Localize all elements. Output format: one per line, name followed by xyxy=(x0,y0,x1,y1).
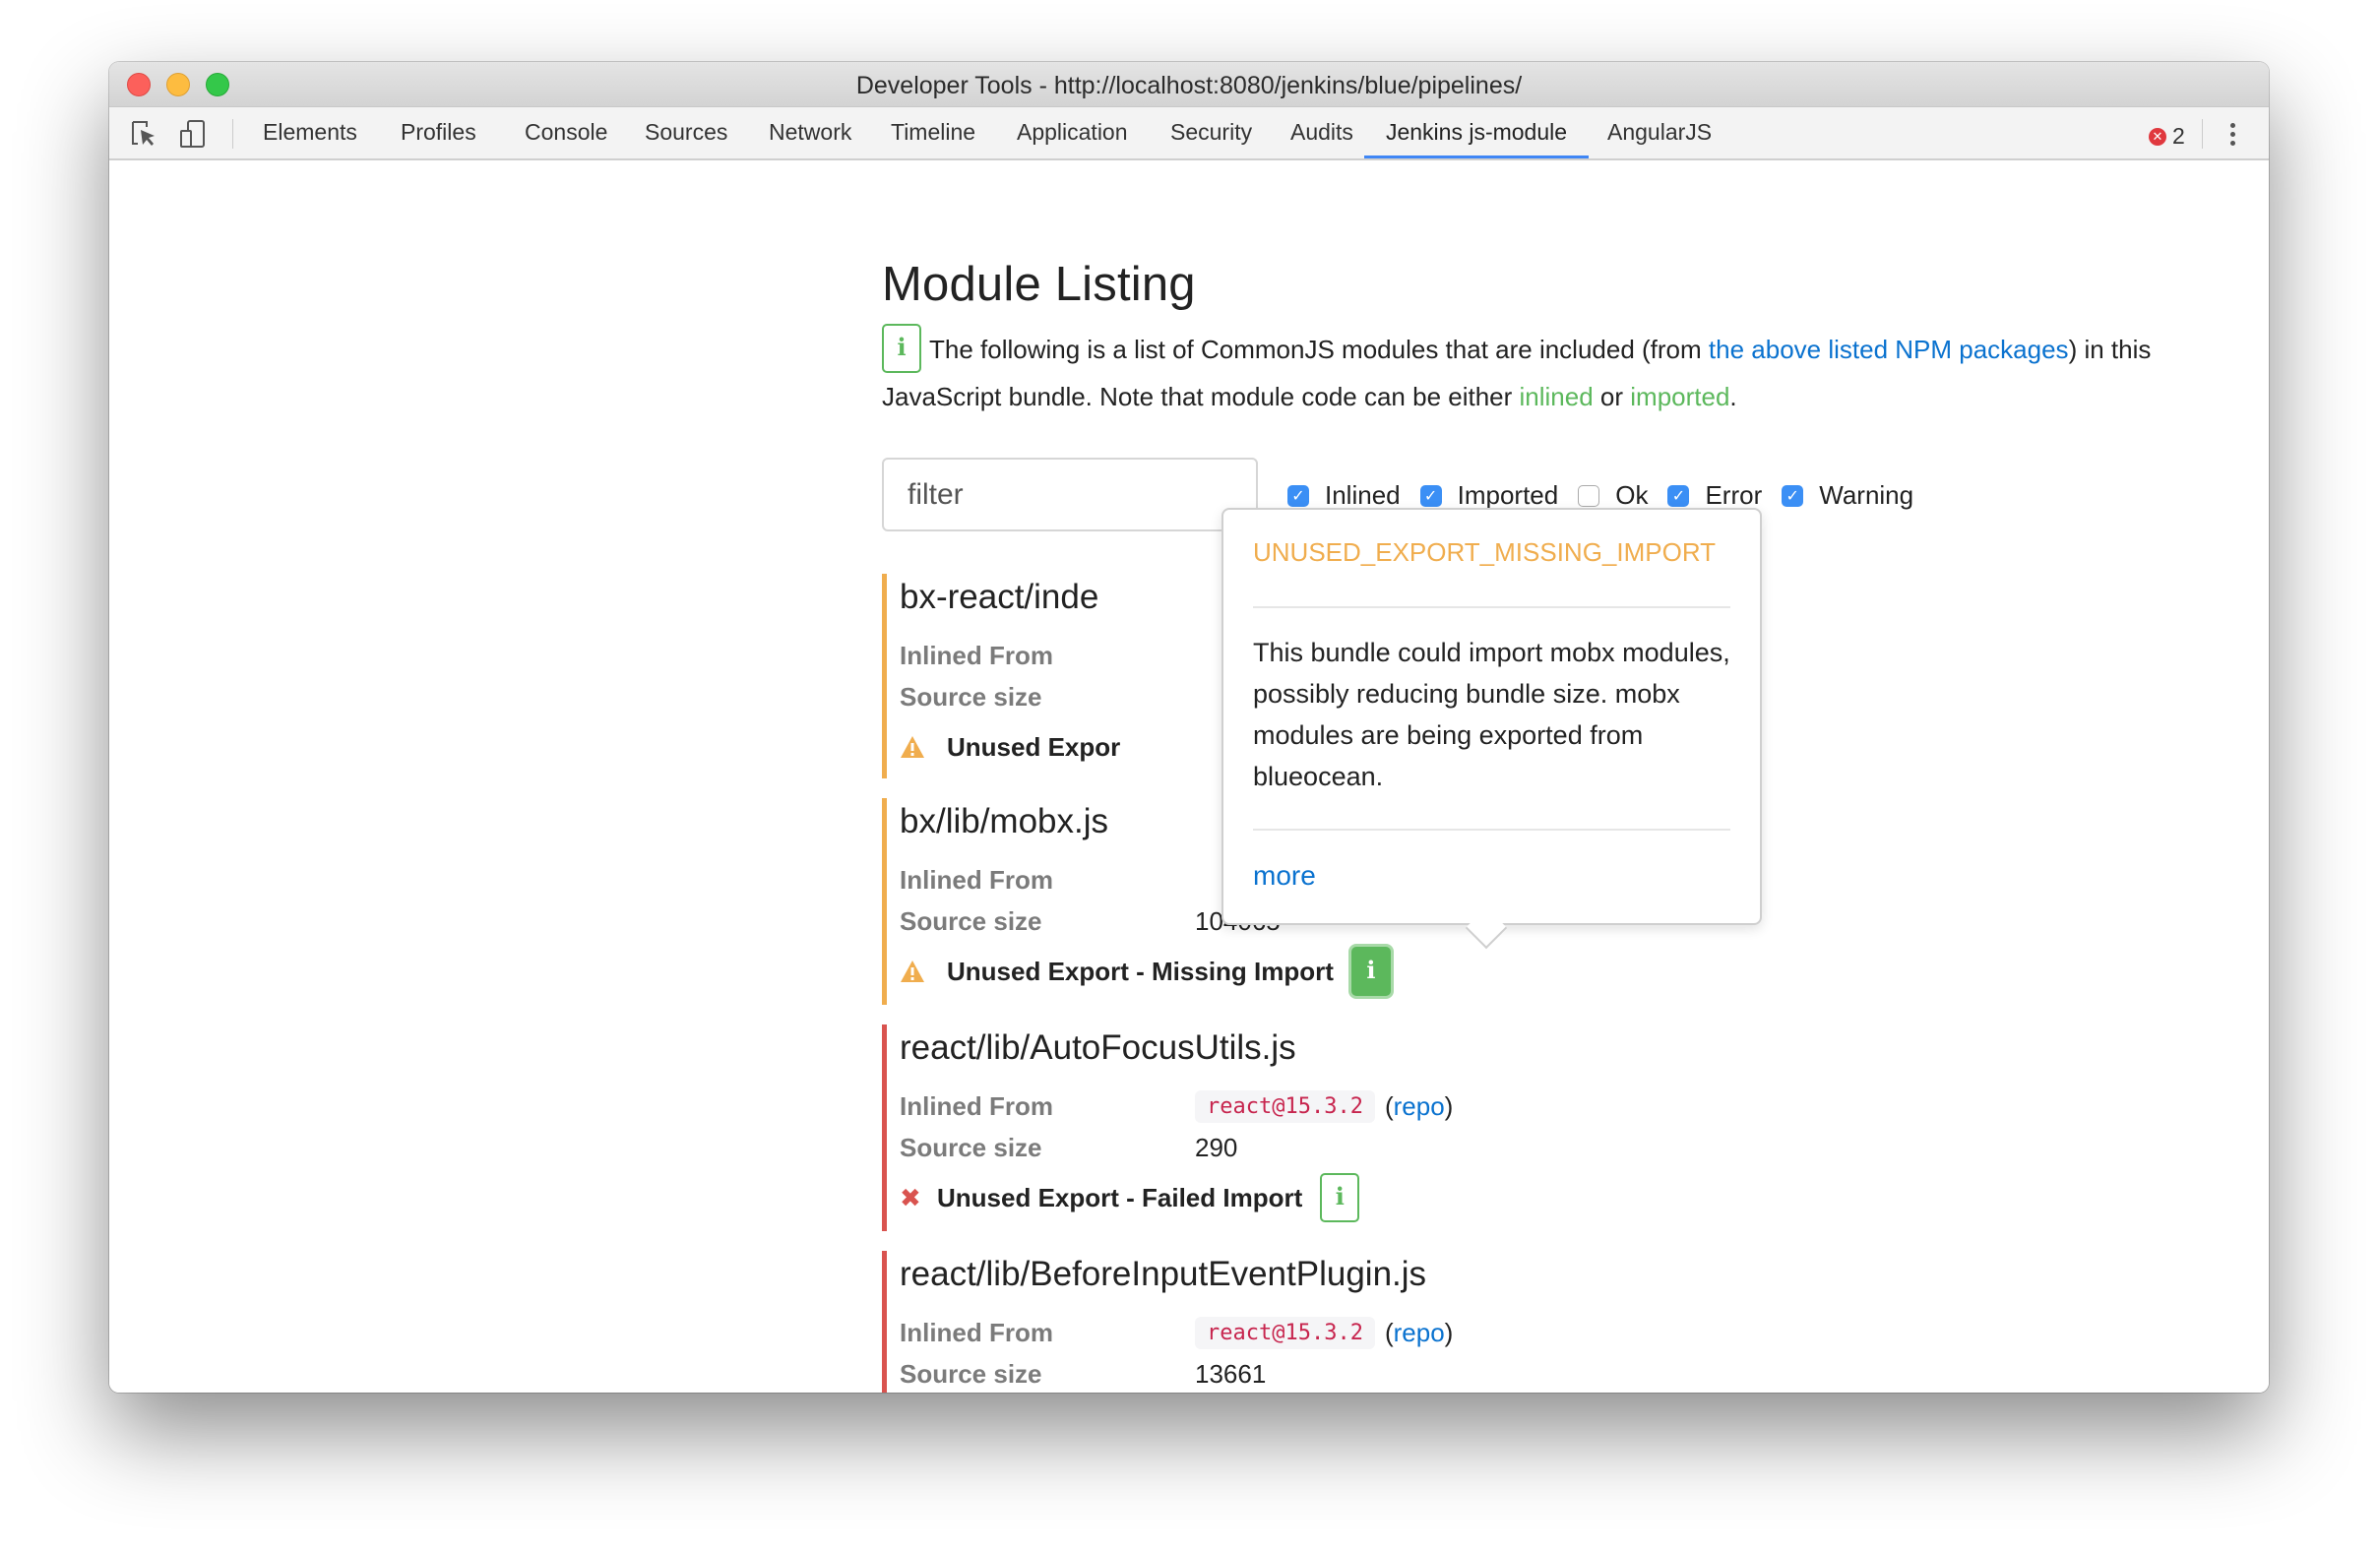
intro-paragraph: i The following is a list of CommonJS mod… xyxy=(882,324,2201,420)
checkbox-label: Warning xyxy=(1819,480,1914,510)
row-label: Source size xyxy=(900,1132,1042,1162)
checkbox-checked-icon[interactable]: ✓ xyxy=(1782,484,1804,507)
module-name: react/lib/BeforeInputEventPlugin.js xyxy=(900,1255,1427,1293)
checkbox-label: Imported xyxy=(1457,480,1559,510)
package-name: react@15.3.2 xyxy=(1195,1316,1375,1349)
row-label: Inlined From xyxy=(900,640,1053,670)
checkbox-label: Ok xyxy=(1615,480,1649,510)
info-icon[interactable]: i xyxy=(882,324,921,374)
tab-sources[interactable]: Sources xyxy=(631,107,741,158)
intro-text: or xyxy=(1593,382,1631,412)
checkbox-warning[interactable]: ✓ Warning xyxy=(1782,480,1913,511)
row-label: Source size xyxy=(900,1358,1042,1389)
module-status: Unused Export - Missing Import i xyxy=(900,942,1965,1001)
checkbox-checked-icon[interactable]: ✓ xyxy=(1667,484,1690,507)
tab-profiles[interactable]: Profiles xyxy=(387,107,490,158)
popover-body: This bundle could import mobx modules, p… xyxy=(1253,638,1730,791)
checkbox-label: Error xyxy=(1705,480,1763,510)
error-count: 2 xyxy=(2172,123,2185,149)
repo-link[interactable]: repo xyxy=(1394,1091,1445,1121)
intro-text: . xyxy=(1729,382,1737,412)
error-icon: ✕ xyxy=(2149,127,2166,146)
row-label: Inlined From xyxy=(900,864,1053,895)
checkbox-checked-icon[interactable]: ✓ xyxy=(1419,484,1442,507)
error-x-icon: ✖ xyxy=(900,1182,921,1212)
inspect-element-icon[interactable] xyxy=(129,119,158,149)
tab-elements[interactable]: Elements xyxy=(249,107,371,158)
repo-link-wrapper: (repo) xyxy=(1384,1090,1454,1121)
warning-icon xyxy=(901,961,924,982)
module-name: react/lib/AutoFocusUtils.js xyxy=(900,1028,1296,1067)
tab-console[interactable]: Console xyxy=(511,107,621,158)
checkbox-label: Inlined xyxy=(1325,480,1401,510)
status-label: Unused Expor xyxy=(947,731,1121,762)
filter-input[interactable] xyxy=(882,458,1258,531)
more-options-icon[interactable] xyxy=(2227,121,2237,149)
status-label: Unused Export - Failed Import xyxy=(937,1182,1303,1212)
checkbox-error[interactable]: ✓ Error xyxy=(1667,480,1762,511)
tab-jenkins-js-module[interactable]: Jenkins js-module xyxy=(1364,107,1589,158)
module-item: react/lib/BeforeInputEventPlugin.js Inli… xyxy=(882,1251,1965,1393)
checkbox-unchecked-icon[interactable] xyxy=(1578,484,1600,507)
popover-title: UNUSED_EXPORT_MISSING_IMPORT xyxy=(1253,537,1717,567)
page-title: Module Listing xyxy=(882,258,1196,311)
source-size-value: 13661 xyxy=(1195,1358,1267,1389)
popover-more-link[interactable]: more xyxy=(1253,860,1316,892)
devtools-toolbar: Elements Profiles Console Sources Networ… xyxy=(109,107,2269,160)
package-name: react@15.3.2 xyxy=(1195,1089,1375,1123)
source-size-value: 290 xyxy=(1195,1132,1238,1162)
warning-icon xyxy=(901,736,924,758)
status-label: Unused Export - Missing Import xyxy=(947,956,1334,986)
checkbox-inlined[interactable]: ✓ Inlined xyxy=(1287,480,1401,511)
module-item: react/lib/AutoFocusUtils.js Inlined From… xyxy=(882,1024,1965,1231)
imported-link[interactable]: imported xyxy=(1630,382,1729,411)
row-label: Inlined From xyxy=(900,1317,1053,1347)
popover-divider xyxy=(1253,829,1730,831)
checkbox-checked-icon[interactable]: ✓ xyxy=(1287,484,1309,507)
popover-divider xyxy=(1253,606,1730,608)
checkbox-imported[interactable]: ✓ Imported xyxy=(1419,480,1559,511)
devtools-window: Developer Tools - http://localhost:8080/… xyxy=(109,62,2269,1393)
tab-application[interactable]: Application xyxy=(1003,107,1142,158)
checkbox-ok[interactable]: Ok xyxy=(1578,480,1648,511)
toolbar-divider xyxy=(232,119,233,149)
window-title: Developer Tools - http://localhost:8080/… xyxy=(855,72,1523,99)
repo-link-wrapper: (repo) xyxy=(1384,1317,1454,1347)
title-bar: Developer Tools - http://localhost:8080/… xyxy=(109,62,2269,107)
npm-packages-link[interactable]: the above listed NPM packages xyxy=(1709,335,2069,364)
tab-audits[interactable]: Audits xyxy=(1277,107,1367,158)
repo-link[interactable]: repo xyxy=(1394,1318,1445,1347)
tab-angularjs[interactable]: AngularJS xyxy=(1594,107,1725,158)
error-count-badge[interactable]: ✕ 2 xyxy=(2149,123,2185,150)
tab-security[interactable]: Security xyxy=(1157,107,1266,158)
toolbar-divider xyxy=(2202,119,2203,149)
inlined-from-row: Inlined From react@15.3.2 (repo) xyxy=(900,1086,1965,1127)
module-status: ✖ Unused Export - Failed Import i xyxy=(900,1168,1965,1227)
row-label: Source size xyxy=(900,681,1042,712)
panel-content: Module Listing i The following is a list … xyxy=(109,160,2269,1393)
row-label: Inlined From xyxy=(900,1090,1053,1121)
info-icon[interactable]: i xyxy=(1350,947,1391,996)
info-icon[interactable]: i xyxy=(1320,1173,1360,1222)
inlined-link[interactable]: inlined xyxy=(1520,382,1594,411)
intro-text: The following is a list of CommonJS modu… xyxy=(929,335,1709,364)
tab-network[interactable]: Network xyxy=(755,107,865,158)
source-size-row: Source size 290 xyxy=(900,1127,1965,1168)
row-label: Source size xyxy=(900,905,1042,936)
device-mode-icon[interactable] xyxy=(178,119,208,149)
tab-timeline[interactable]: Timeline xyxy=(877,107,989,158)
filter-checkboxes: ✓ Inlined ✓ Imported Ok ✓ Error ✓ Warning xyxy=(1287,480,1933,511)
source-size-row: Source size 13661 xyxy=(900,1353,1965,1393)
inlined-from-row: Inlined From react@15.3.2 (repo) xyxy=(900,1312,1965,1353)
info-popover: UNUSED_EXPORT_MISSING_IMPORT This bundle… xyxy=(1221,508,1762,950)
